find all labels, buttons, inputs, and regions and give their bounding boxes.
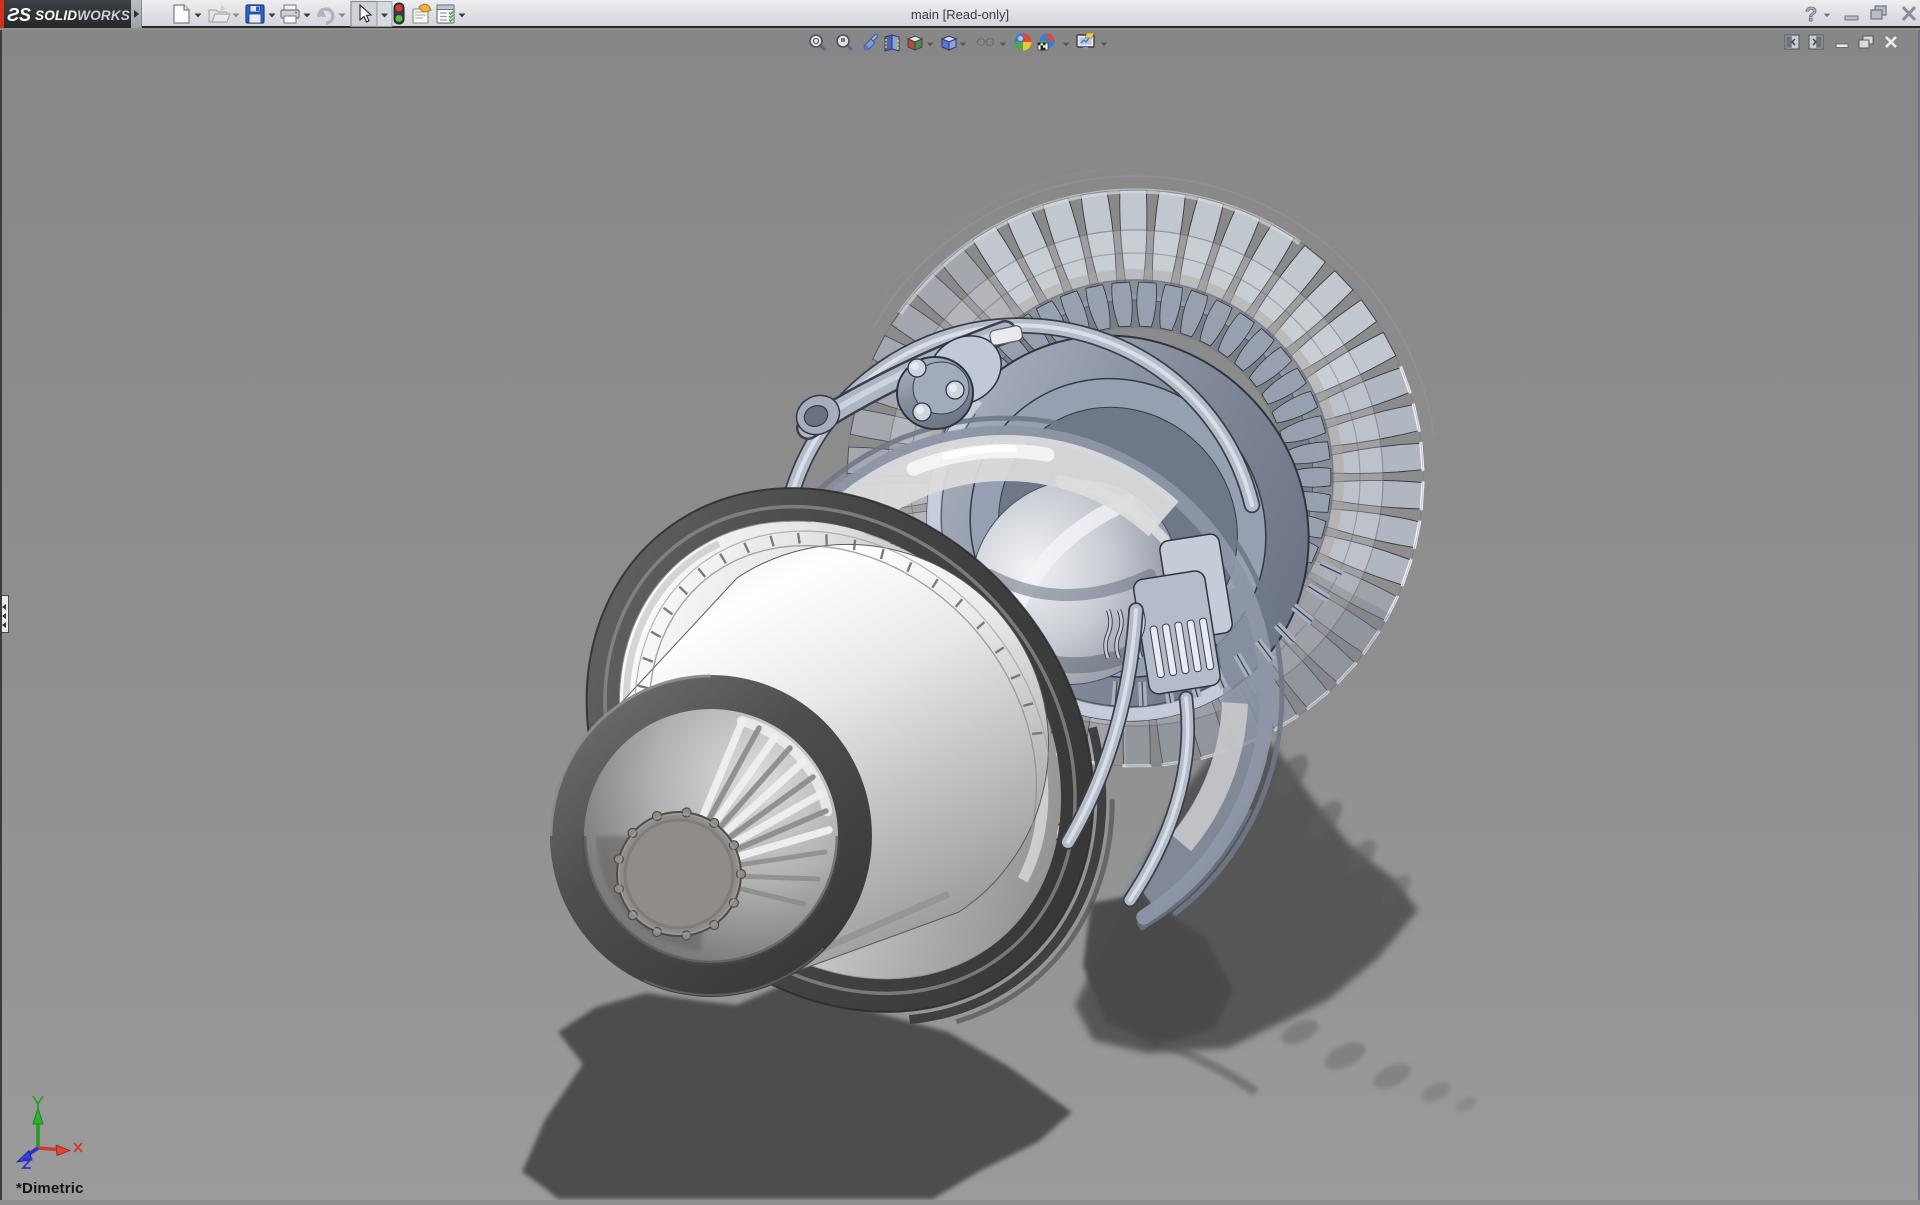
svg-text:?: ?	[1805, 4, 1817, 26]
